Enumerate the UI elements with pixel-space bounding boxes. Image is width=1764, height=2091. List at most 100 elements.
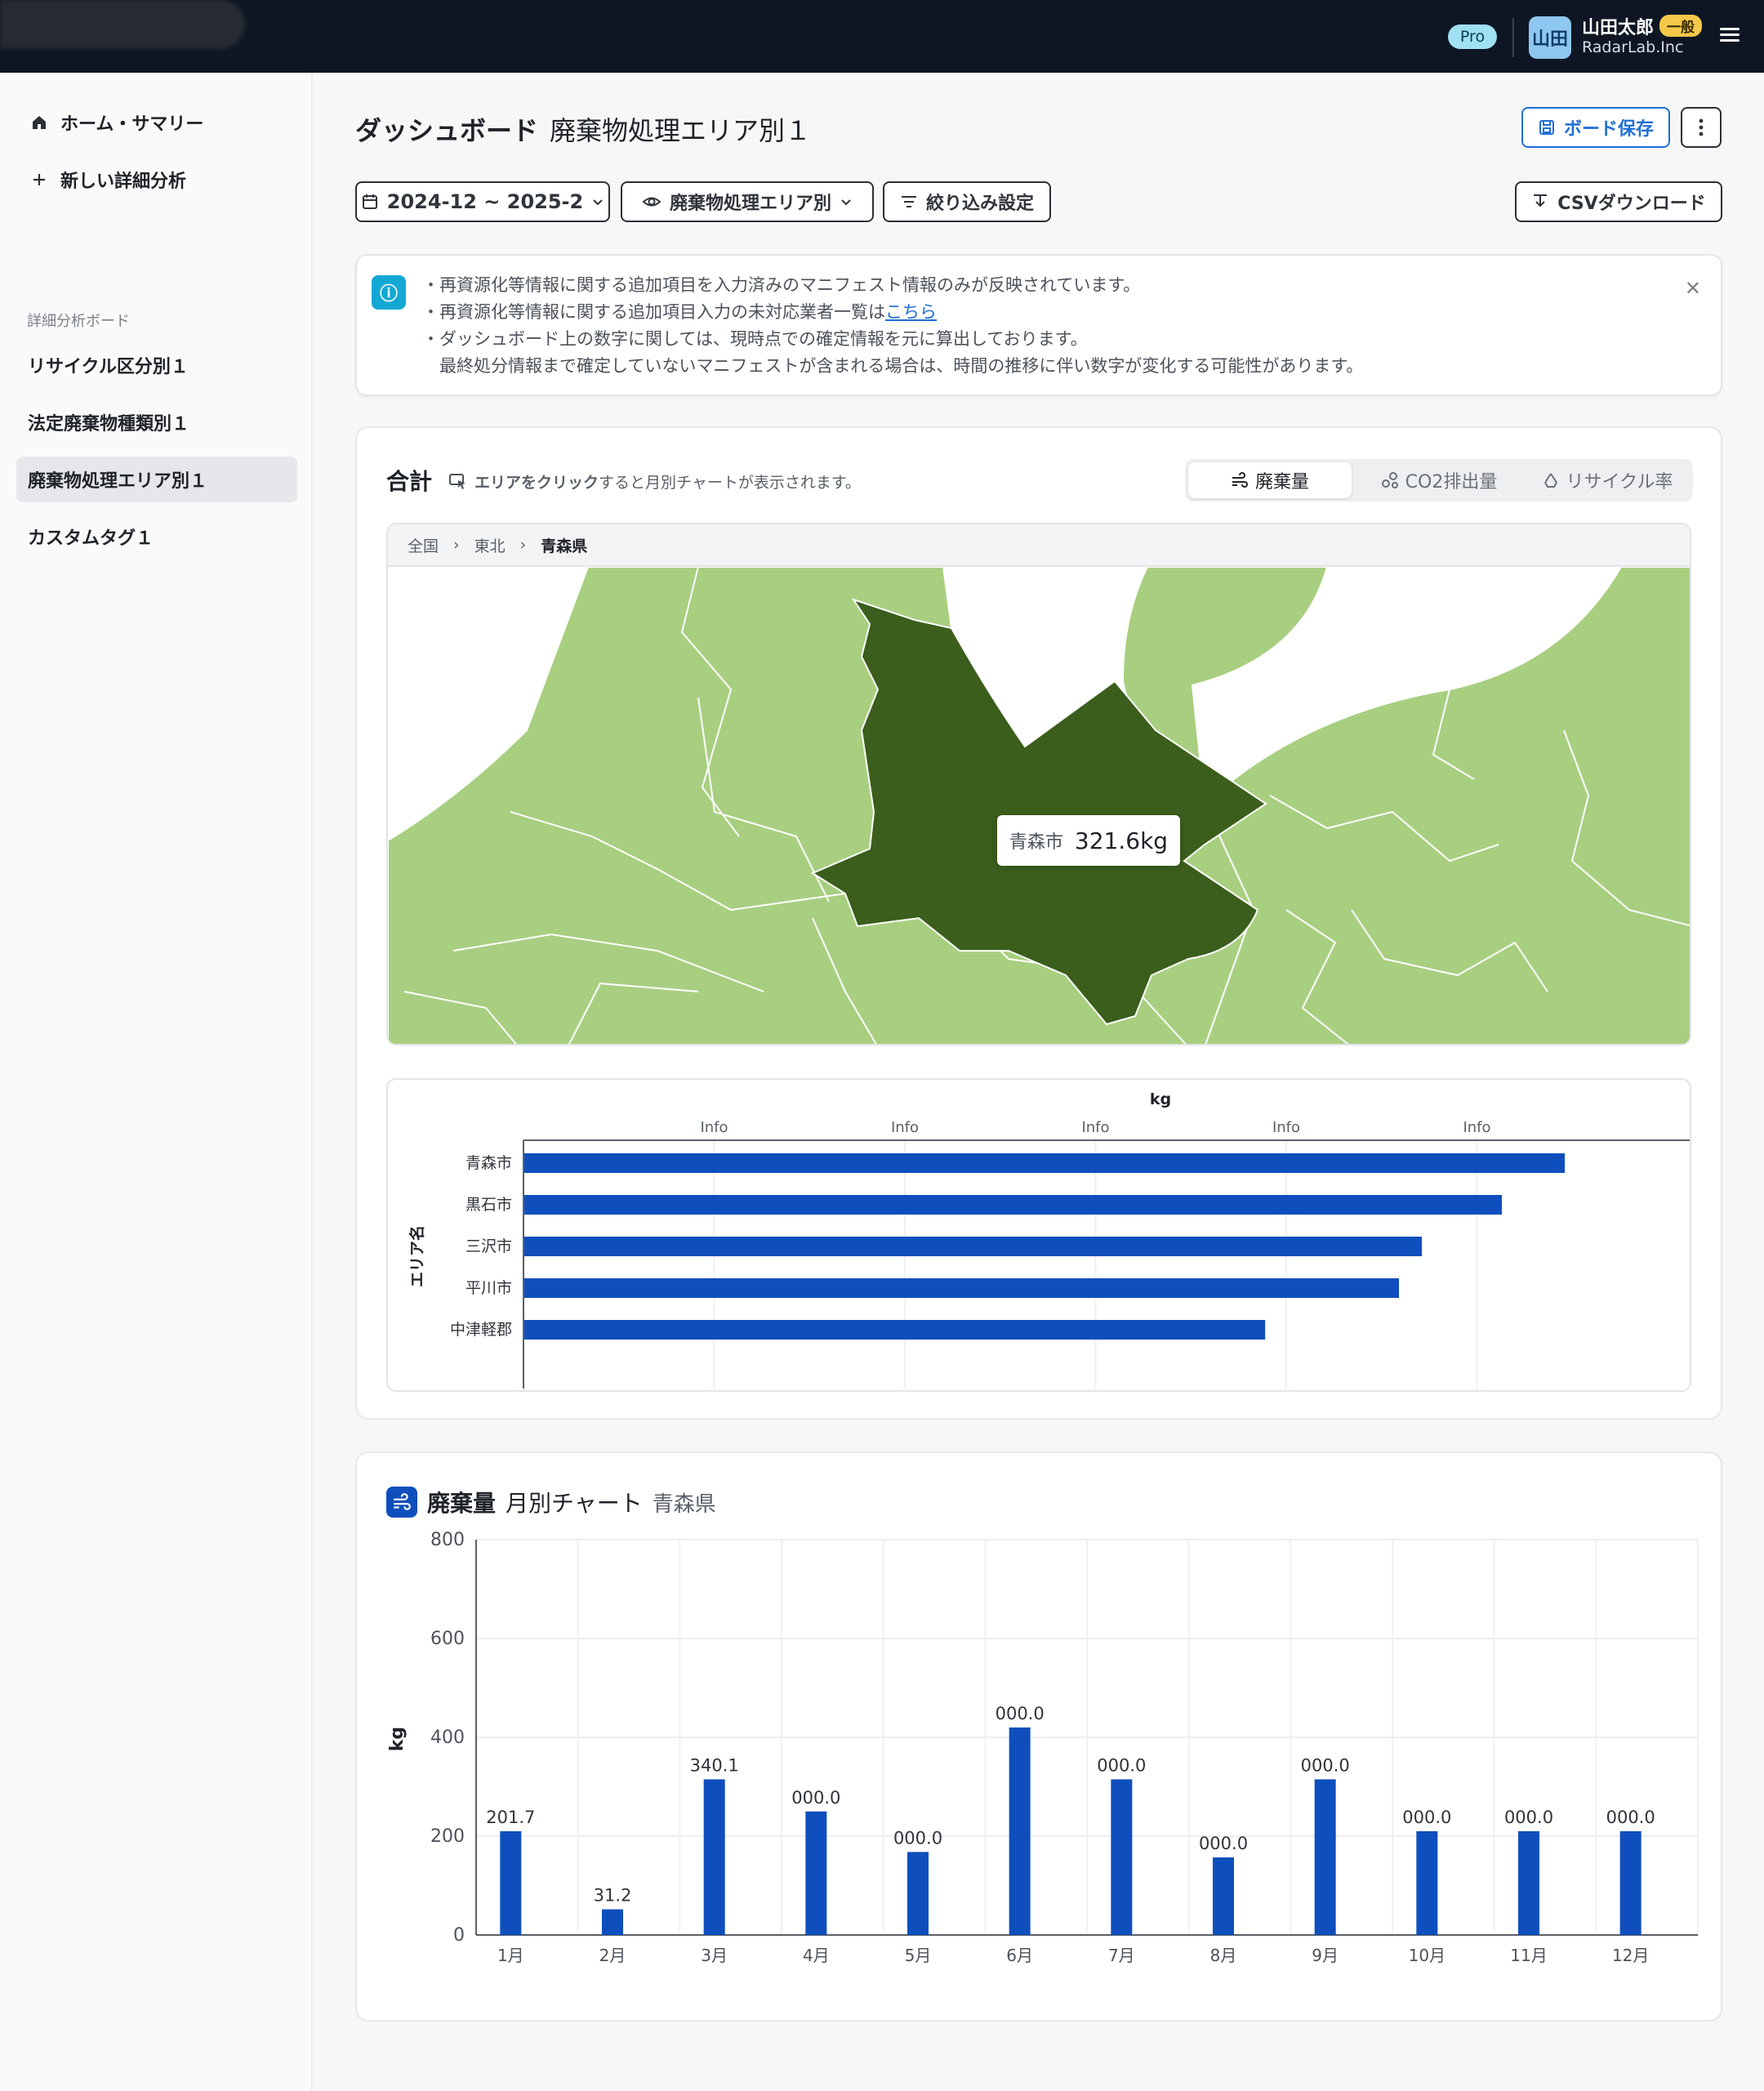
bar xyxy=(524,1153,1565,1173)
monthly-card: 廃棄量 月別チャート 青森県 0 200 400 600 800 kg 201.7 1月 31.… xyxy=(355,1451,1722,2022)
y-tick-label: 800 xyxy=(430,1530,465,1550)
calendar-icon xyxy=(362,194,377,209)
data-label: 31.2 xyxy=(594,1886,632,1906)
sidebar-section-label: 詳細分析ボード xyxy=(27,313,130,330)
x-tick-label: 4月 xyxy=(803,1946,830,1965)
tab-co2[interactable]: CO2排出量 xyxy=(1355,462,1523,498)
info-line-2-text: ・再資源化等情報に関する追加項目入力の未対応業者一覧は xyxy=(422,302,885,322)
y-axis-title: kg xyxy=(387,1727,408,1751)
date-range-button[interactable]: 2024-12 ~ 2025-2 xyxy=(355,181,610,222)
tab-recycle-rate[interactable]: リサイクル率 xyxy=(1525,462,1690,498)
vendors-link[interactable]: こちら xyxy=(885,302,937,322)
tab-label: CO2排出量 xyxy=(1405,472,1498,493)
total-card: 合計 エリアをクリックすると月別チャートが表示されます。 廃棄量 CO2排出量 … xyxy=(355,426,1722,1420)
breadcrumb-prefecture: 青森県 xyxy=(541,537,588,555)
bar xyxy=(524,1237,1422,1256)
close-icon[interactable]: ✕ xyxy=(1685,277,1701,300)
bar xyxy=(1314,1779,1336,1935)
metric-toggle: 廃棄量 CO2排出量 リサイクル率 xyxy=(1185,459,1693,502)
page-title-main: ダッシュボード xyxy=(355,115,539,146)
x-tick-label: 8月 xyxy=(1210,1946,1237,1965)
bar xyxy=(500,1830,522,1935)
y-tick-label: 平川市 xyxy=(466,1279,512,1297)
plus-icon xyxy=(28,171,51,189)
user-name[interactable]: 山田太郎 xyxy=(1582,13,1654,39)
info-line-1: ・再資源化等情報に関する追加項目を入力済みのマニフェスト情報のみが反映されていま… xyxy=(422,275,1141,295)
date-range-label: 2024-12 ~ 2025-2 xyxy=(386,190,584,213)
molecule-icon xyxy=(1381,472,1398,488)
save-board-button[interactable]: ボード保存 xyxy=(1521,107,1670,148)
sidebar-item-new-analysis[interactable]: 新しい詳細分析 xyxy=(16,157,297,203)
sidebar: ホーム・サマリー 新しい詳細分析 詳細分析ボード リサイクル区分別１ 法定廃棄物… xyxy=(0,73,313,2091)
x-tick-label: 11月 xyxy=(1510,1946,1547,1965)
tab-waste-amount[interactable]: 廃棄量 xyxy=(1188,462,1352,498)
data-label: 000.0 xyxy=(893,1828,942,1848)
info-icon: ⓘ xyxy=(372,275,406,310)
sidebar-item-board-4[interactable]: カスタムタグ１ xyxy=(16,514,297,560)
view-mode-label: 廃棄物処理エリア別 xyxy=(669,194,831,214)
info-line-2: ・再資源化等情報に関する追加項目入力の未対応業者一覧はこちら xyxy=(422,299,937,323)
breadcrumb-national[interactable]: 全国 xyxy=(408,534,439,556)
x-tick-label: Info xyxy=(1081,1119,1109,1136)
sidebar-item-home[interactable]: ホーム・サマリー xyxy=(16,100,297,145)
x-tick-label: 2月 xyxy=(599,1946,626,1965)
bar xyxy=(524,1278,1399,1298)
data-label: 000.0 xyxy=(1504,1808,1553,1827)
download-icon xyxy=(1534,194,1548,207)
x-tick-label: 12月 xyxy=(1612,1946,1649,1965)
filter-icon xyxy=(901,196,916,207)
sidebar-item-label: 新しい詳細分析 xyxy=(60,172,187,192)
avatar[interactable]: 山田 xyxy=(1529,16,1571,59)
x-tick-label: Info xyxy=(891,1119,919,1136)
data-label: 000.0 xyxy=(1606,1808,1655,1827)
sidebar-item-board-3[interactable]: 廃棄物処理エリア別１ xyxy=(16,457,297,502)
chevron-down-icon xyxy=(593,199,603,206)
area-ranking-svg: kg Info Info Info Info Info エリア名 青森市黒石市三沢市平川市中津… xyxy=(408,1090,1691,1389)
tab-label: リサイクル率 xyxy=(1566,472,1673,493)
area-map: 全国 › 東北 › 青森県 青森市 321.6kg xyxy=(386,523,1691,1046)
x-tick-label: Info xyxy=(1272,1119,1300,1136)
info-line-3: ・ダッシュボード上の数字に関しては、現時点での確定情報を元に算出しております。 xyxy=(422,329,1088,349)
click-cursor-icon xyxy=(449,473,466,489)
x-tick-label: 6月 xyxy=(1006,1946,1033,1965)
bar xyxy=(1416,1830,1438,1935)
y-tick-label: 黒石市 xyxy=(466,1196,512,1214)
x-tick-label: 7月 xyxy=(1108,1946,1135,1965)
map-hint-bold: エリアをクリック xyxy=(474,474,599,492)
bar xyxy=(524,1195,1502,1215)
x-tick-label: 3月 xyxy=(701,1946,728,1965)
hamburger-menu-icon[interactable] xyxy=(1720,25,1740,44)
sidebar-item-board-1[interactable]: リサイクル区分別１ xyxy=(16,342,297,388)
y-tick-label: 200 xyxy=(430,1826,465,1847)
sidebar-item-label: リサイクル区分別１ xyxy=(28,357,189,377)
bar xyxy=(1518,1830,1539,1935)
bar xyxy=(805,1811,827,1935)
data-label: 000.0 xyxy=(1301,1755,1350,1775)
data-label: 000.0 xyxy=(996,1704,1045,1723)
chevron-right-icon: › xyxy=(519,536,527,554)
top-bar: Pro 山田 山田太郎 一般 RadarLab.Inc xyxy=(0,0,1764,73)
x-tick-label: 5月 xyxy=(905,1946,932,1965)
y-tick-label: 青森市 xyxy=(466,1154,512,1172)
x-tick-label: 10月 xyxy=(1409,1946,1446,1965)
breadcrumb-region[interactable]: 東北 xyxy=(474,534,506,556)
map-tooltip: 青森市 321.6kg xyxy=(997,815,1180,866)
chevron-down-icon xyxy=(841,199,851,206)
sidebar-item-label: ホーム・サマリー xyxy=(60,114,204,135)
x-tick-label: Info xyxy=(700,1119,728,1136)
x-axis-title: kg xyxy=(1150,1090,1171,1108)
wind-icon xyxy=(1232,472,1248,488)
csv-download-button[interactable]: CSVダウンロード xyxy=(1515,181,1722,222)
more-options-button[interactable] xyxy=(1681,107,1722,148)
total-card-title: 合計 xyxy=(386,468,433,495)
role-badge: 一般 xyxy=(1659,15,1702,37)
sidebar-item-label: 法定廃棄物種類別１ xyxy=(28,414,190,435)
bar xyxy=(1619,1830,1642,1935)
app-logo[interactable] xyxy=(0,0,245,49)
view-mode-button[interactable]: 廃棄物処理エリア別 xyxy=(621,181,874,222)
csv-download-label: CSVダウンロード xyxy=(1557,194,1706,214)
sidebar-item-board-2[interactable]: 法定廃棄物種類別１ xyxy=(16,399,297,445)
filter-settings-button[interactable]: 絞り込み設定 xyxy=(883,181,1051,222)
x-tick-label: 9月 xyxy=(1312,1946,1339,1965)
breadcrumb: 全国 › 東北 › 青森県 xyxy=(388,524,1690,567)
